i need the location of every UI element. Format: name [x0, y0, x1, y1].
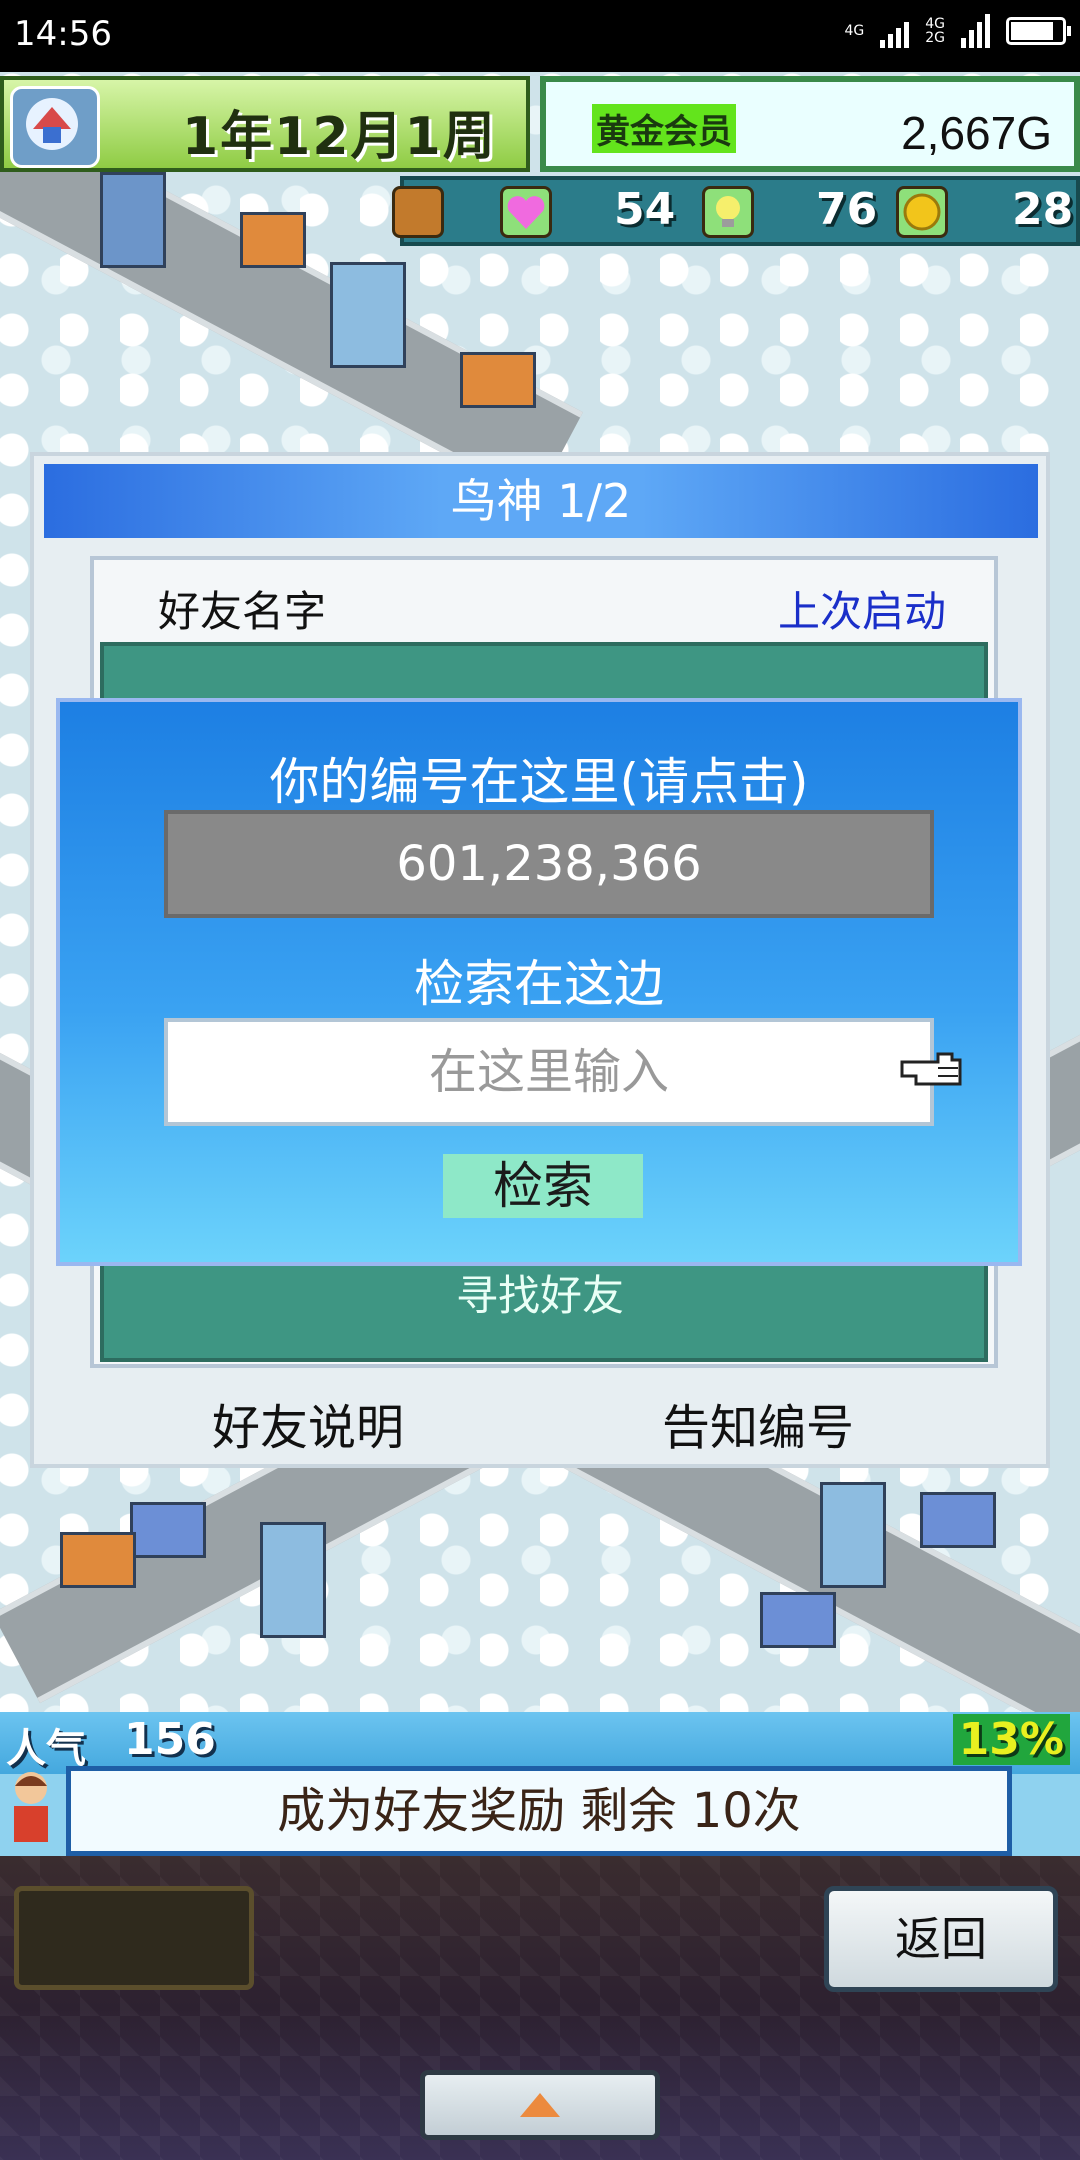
empty-slot[interactable]	[14, 1886, 254, 1990]
signal-icon-1	[880, 14, 910, 48]
stats-bar: 54 76 28	[392, 176, 1080, 246]
money-amount: 2,667G	[901, 107, 1052, 159]
column-friend-name: 好友名字	[158, 587, 327, 636]
heart-icon	[500, 186, 552, 238]
network-indicator-1: 4G	[844, 23, 865, 39]
building	[260, 1522, 326, 1638]
status-bar: 14:56 4G 4G 2G	[0, 0, 1080, 72]
find-friend-button[interactable]: 寻找好友	[34, 1262, 1046, 1323]
signal-icon-2	[961, 14, 990, 48]
building	[820, 1482, 886, 1588]
friend-reward-banner: 成为好友奖励 剩余 10次	[66, 1766, 1012, 1856]
network-indicator-2: 4G 2G	[925, 16, 945, 46]
member-badge: 黄金会员	[592, 104, 736, 153]
back-button[interactable]: 返回	[824, 1886, 1058, 1992]
friend-explain-button[interactable]: 好友说明	[212, 1388, 404, 1458]
building	[920, 1492, 996, 1548]
status-time: 14:56	[14, 14, 112, 54]
percent-badge: 13%	[952, 1714, 1070, 1765]
coins-count: 28	[1012, 184, 1074, 235]
tell-id-button[interactable]: 告知编号	[662, 1388, 854, 1458]
search-title: 检索在这边	[414, 955, 664, 1013]
pointing-hand-icon	[898, 1042, 968, 1098]
coin-icon	[896, 186, 948, 238]
search-panel: 你的编号在这里(请点击) 601,238,366 检索在这边 检索	[56, 698, 1022, 1266]
building	[330, 262, 406, 368]
your-id-field[interactable]: 601,238,366	[164, 810, 934, 918]
date-panel[interactable]: 1年12月1周	[0, 76, 530, 172]
treasure-chest-icon[interactable]	[392, 186, 444, 238]
bottom-control-panel: 返回	[0, 1856, 1080, 2160]
money-panel: 黄金会员 2,667G	[540, 76, 1080, 172]
ideas-count: 76	[816, 184, 878, 235]
game-date: 1年12月1周	[182, 107, 497, 167]
expand-menu-button[interactable]	[420, 2070, 660, 2140]
character-avatar-icon	[2, 1766, 60, 1846]
popularity-bar: 人气 156 13%	[0, 1712, 1080, 1774]
lightbulb-icon	[702, 186, 754, 238]
column-last-launch: 上次启动	[777, 587, 946, 636]
building	[100, 172, 166, 268]
popularity-value: 156	[124, 1714, 216, 1765]
battery-icon	[1006, 17, 1071, 45]
search-button[interactable]: 检索	[443, 1154, 643, 1218]
building	[460, 352, 536, 408]
building	[130, 1502, 206, 1558]
building	[760, 1592, 836, 1648]
hearts-count: 54	[614, 184, 676, 235]
building	[60, 1532, 136, 1588]
arrow-up-icon	[520, 2093, 560, 2117]
search-input[interactable]	[164, 1018, 934, 1126]
game-logo-icon[interactable]	[10, 86, 100, 168]
dialog-title: 鸟神 1/2	[44, 464, 1038, 538]
building	[240, 212, 306, 268]
your-id-title: 你的编号在这里(请点击)	[269, 753, 809, 811]
status-icons: 4G 4G 2G	[844, 14, 1071, 48]
